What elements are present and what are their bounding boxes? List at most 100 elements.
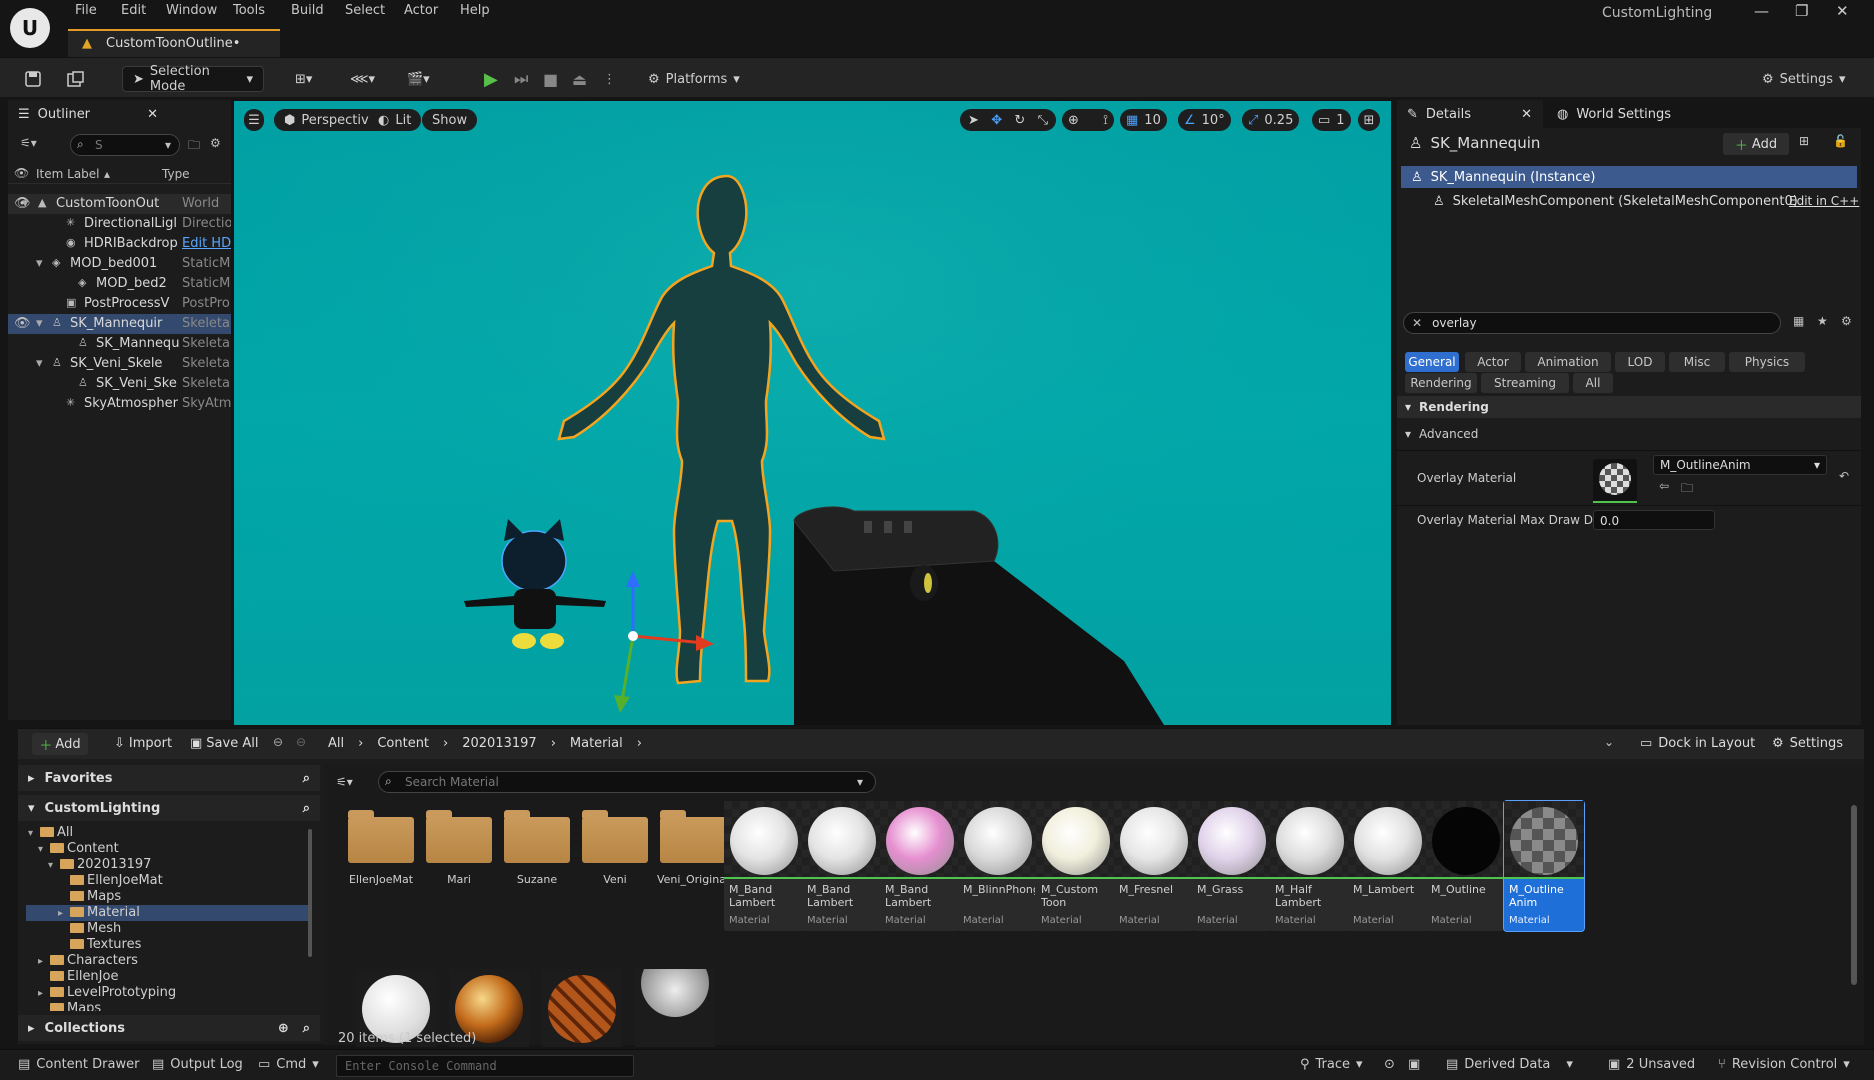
chevron-right-icon[interactable]: ›: [637, 736, 642, 751]
folder-tile[interactable]: Veni_Original: [648, 803, 729, 913]
edit-cpp-link[interactable]: Edit in C++: [1789, 194, 1859, 208]
expand-icon[interactable]: ▾: [36, 316, 43, 331]
material-tile[interactable]: M_BlinnPhong Material: [958, 801, 1038, 931]
details-search-input[interactable]: ✕ overlay: [1403, 312, 1781, 334]
breadcrumb-item[interactable]: 202013197: [462, 736, 536, 751]
expand-icon[interactable]: ▸: [38, 988, 50, 999]
tree-item[interactable]: Maps: [58, 889, 121, 905]
restore-icon[interactable]: ❐: [1795, 2, 1808, 20]
breadcrumb-item[interactable]: All: [328, 736, 344, 751]
use-selected-icon[interactable]: ⇦: [1659, 479, 1669, 493]
menu-help[interactable]: Help: [460, 3, 490, 18]
more-options-icon[interactable]: ⋮: [603, 66, 616, 92]
screenshot-icon[interactable]: ▣: [1408, 1057, 1420, 1072]
section-rendering[interactable]: ▾ Rendering: [1397, 396, 1861, 418]
output-log-button[interactable]: ▤ Output Log: [152, 1057, 243, 1072]
expand-icon[interactable]: ▾: [48, 860, 60, 871]
instance-row[interactable]: ♙ SK_Mannequin (Instance): [1401, 166, 1857, 188]
close-icon[interactable]: ✕: [1836, 2, 1849, 20]
expand-icon[interactable]: ▾: [38, 844, 50, 855]
dock-in-layout-button[interactable]: ▭ Dock in Layout: [1640, 736, 1755, 751]
tree-item[interactable]: ▸ Characters: [38, 953, 138, 969]
tree-item[interactable]: Maps: [38, 1001, 101, 1011]
camera-speed-button[interactable]: ▭ 1: [1312, 109, 1351, 131]
browse-icon[interactable]: 🗀: [1681, 479, 1693, 500]
property-matrix-icon[interactable]: ▦: [1793, 314, 1804, 328]
category-lod[interactable]: LOD: [1615, 352, 1665, 372]
tree-scrollbar[interactable]: [308, 829, 312, 957]
content-drawer-button[interactable]: ▤ Content Drawer: [18, 1057, 139, 1072]
folder-tile[interactable]: Mari: [414, 803, 494, 913]
category-rendering[interactable]: Rendering: [1405, 373, 1477, 393]
outliner-search-input[interactable]: ⌕ S ▾: [70, 134, 180, 156]
favorites-header[interactable]: ▸ Favorites ⌕: [18, 765, 320, 791]
tab-details[interactable]: ✎ Details ✕: [1397, 100, 1542, 128]
outliner-row[interactable]: 👁 ▾ ♙ SK_Mannequir Skeletal: [8, 314, 231, 334]
tree-item[interactable]: ▾ 202013197: [48, 857, 151, 873]
expand-icon[interactable]: ▾: [22, 196, 29, 211]
outliner-row[interactable]: ♙ SK_Mannequ Skeletal: [8, 334, 231, 354]
rotation-snap-button[interactable]: ∠ 10°: [1178, 109, 1231, 131]
selection-mode-dropdown[interactable]: ➤ Selection Mode ▾: [122, 64, 264, 94]
expand-icon[interactable]: ▾: [28, 828, 40, 839]
outliner-row[interactable]: ✳ SkyAtmospher SkyAtm: [8, 394, 231, 414]
gear-icon[interactable]: ⚙: [1841, 314, 1852, 328]
revision-control-dropdown[interactable]: ⑂ Revision Control ▾: [1718, 1057, 1850, 1072]
console-input[interactable]: Enter Console Command: [336, 1055, 634, 1077]
surface-snap-icon[interactable]: ⟟: [1103, 113, 1108, 128]
material-tile[interactable]: M_Band Lambert Outline Material: [802, 801, 882, 931]
add-component-button[interactable]: ＋ Add: [1723, 133, 1789, 155]
material-tile[interactable]: M_Outline Anim Material: [1503, 800, 1585, 932]
save-all-button[interactable]: ▣ Save All: [190, 736, 258, 751]
lock-icon[interactable]: 🔓: [1833, 134, 1848, 148]
category-actor[interactable]: Actor: [1465, 352, 1521, 372]
add-collection-icon[interactable]: ⊕: [278, 1021, 289, 1036]
outliner-row[interactable]: ▾ ◈ MOD_bed001 StaticMe: [8, 254, 231, 274]
folder-tile[interactable]: Suzane: [492, 803, 572, 913]
lit-button[interactable]: ◐ Lit: [368, 109, 422, 131]
show-button[interactable]: Show: [422, 109, 478, 131]
import-button[interactable]: ⇩ Import: [114, 736, 172, 751]
layout-icon[interactable]: ⊞: [1358, 109, 1380, 131]
unsaved-button[interactable]: ▣ 2 Unsaved: [1608, 1057, 1695, 1072]
column-item-label[interactable]: Item Label: [36, 167, 100, 181]
close-icon[interactable]: ✕: [147, 107, 158, 122]
level-viewport[interactable]: ☰ ⬢ Perspective ◐ Lit Show ➤ ✥ ↻ ⤡ ⊕ ⟟ ▦…: [234, 101, 1391, 725]
chevron-right-icon[interactable]: ›: [443, 736, 448, 751]
star-icon[interactable]: ★: [1817, 314, 1828, 328]
overlay-distance-input[interactable]: 0.0: [1593, 510, 1715, 530]
tree-item[interactable]: EllenJoe: [38, 969, 118, 985]
chevron-down-icon[interactable]: ⌄: [1604, 735, 1614, 749]
category-general[interactable]: General: [1405, 352, 1459, 372]
material-tile[interactable]: M_Grass Material: [1192, 801, 1272, 931]
category-physics[interactable]: Physics: [1729, 352, 1805, 372]
forward-icon[interactable]: ⊖: [296, 735, 306, 749]
breadcrumb-item[interactable]: Content: [377, 736, 429, 751]
back-icon[interactable]: ⊖: [273, 735, 283, 749]
reset-icon[interactable]: ↶: [1839, 469, 1849, 483]
column-type[interactable]: Type: [162, 167, 190, 181]
tab-custom-toon-outline[interactable]: ▲ CustomToonOutline•: [68, 29, 280, 57]
material-thumbnail[interactable]: [1593, 459, 1637, 503]
scale-snap-button[interactable]: ⤢ 0.25: [1242, 109, 1300, 131]
tab-world-settings[interactable]: ◍ World Settings: [1543, 100, 1861, 128]
project-header[interactable]: ▾ CustomLighting ⌕: [18, 795, 320, 821]
move-icon[interactable]: ✥: [991, 113, 1002, 128]
search-icon[interactable]: ⌕: [303, 801, 310, 816]
add-actor-icon[interactable]: ⊞▾: [295, 66, 312, 92]
blueprint-icon[interactable]: ⋘▾: [350, 66, 375, 92]
tree-item[interactable]: ▸ Material: [26, 905, 308, 921]
asset-tile[interactable]: [635, 969, 715, 1047]
search-icon[interactable]: ⌕: [303, 1021, 310, 1036]
visibility-icon[interactable]: 👁: [14, 316, 31, 331]
visibility-icon[interactable]: 👁: [14, 166, 29, 180]
menu-build[interactable]: Build: [291, 3, 324, 18]
folder-tile[interactable]: Veni: [570, 803, 650, 913]
asset-scrollbar[interactable]: [1851, 805, 1857, 985]
scale-icon[interactable]: ⤡: [1038, 113, 1048, 128]
tree-item[interactable]: EllenJoeMat: [58, 873, 163, 889]
material-tile[interactable]: M_Custom Toon Material: [1036, 801, 1116, 931]
outliner-row[interactable]: ✳ DirectionalLigl Directio: [8, 214, 231, 234]
cmd-dropdown[interactable]: ▭ Cmd ▾: [258, 1057, 319, 1072]
overlay-material-dropdown[interactable]: M_OutlineAnim ▾: [1653, 455, 1827, 475]
